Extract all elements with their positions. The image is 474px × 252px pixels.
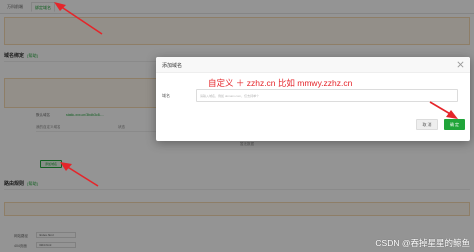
domain-input[interactable]: [196, 89, 458, 102]
cancel-button[interactable]: 取 消: [416, 119, 438, 130]
add-domain-dialog: 添加域名 自定义 ＋ zzhz.cn 比如 mmwy.zzhz.cn 域名 取 …: [156, 57, 470, 141]
confirm-button[interactable]: 确 定: [444, 119, 465, 130]
arrow-to-confirm: [429, 101, 458, 119]
dialog-header: 添加域名: [156, 57, 470, 73]
dialog-title: 添加域名: [162, 63, 183, 69]
arrow-to-add-button: [60, 162, 99, 187]
arrow-to-tab: [54, 2, 103, 35]
red-annotation-text: 自定义 ＋ zzhz.cn 比如 mmwy.zzhz.cn: [208, 78, 353, 88]
close-icon[interactable]: [456, 60, 465, 69]
csdn-watermark: CSDN @吞掉星星的鲸鱼: [375, 238, 470, 248]
domain-field-label: 域名: [162, 93, 170, 98]
